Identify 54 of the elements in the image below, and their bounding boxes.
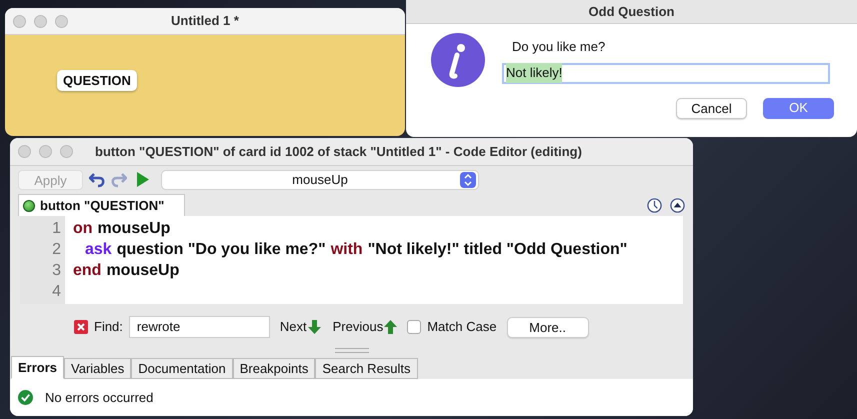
answer-field[interactable]: Not likely! (502, 62, 830, 84)
collapse-icon[interactable] (670, 198, 685, 213)
handler-dropdown[interactable]: mouseUp (161, 170, 479, 190)
code-token: "Not likely!" titled "Odd Question" (368, 240, 628, 260)
close-button[interactable] (18, 145, 31, 158)
panel-tab[interactable]: Search Results (315, 358, 418, 379)
info-icon (431, 33, 485, 87)
next-button[interactable]: Next (280, 317, 321, 337)
close-button[interactable] (13, 14, 26, 28)
zoom-button[interactable] (55, 14, 68, 28)
window-title: Untitled 1 * (171, 12, 239, 30)
line-number: 1 (52, 219, 61, 239)
dialog-prompt: Do you like me? (512, 38, 606, 56)
find-label: Find: (94, 318, 123, 336)
undo-icon[interactable] (89, 172, 105, 188)
panel-tab[interactable]: Variables (64, 358, 132, 379)
code-token: mouseUp (98, 219, 170, 239)
panel-tab[interactable]: Errors (11, 356, 64, 379)
check-icon (18, 390, 33, 405)
cancel-button[interactable]: Cancel (676, 98, 747, 118)
minimize-button[interactable] (39, 145, 52, 158)
code-token: ask (85, 240, 112, 260)
code-token: question "Do you like me?" (116, 240, 326, 260)
code-area[interactable]: 1 2 3 4 on mouseUp ask question "Do you like me?" with "Not likely!" titled "Odd Question" end mouseUp (20, 216, 683, 304)
splitter-handle[interactable] (334, 348, 368, 353)
line-number: 2 (52, 240, 61, 260)
play-icon[interactable] (137, 172, 149, 187)
window-title: button "QUESTION" of card id 1002 of stack "Untitled 1" - Code Editor (editing) (95, 142, 582, 161)
code-token: mouseUp (106, 261, 180, 281)
redo-icon[interactable] (111, 172, 127, 188)
more-button[interactable]: More.. (506, 316, 589, 338)
find-field[interactable]: rewrote (128, 316, 270, 338)
stepper-icon (460, 172, 476, 188)
match-case-label: Match Case (427, 318, 497, 336)
match-case-checkbox[interactable] (407, 320, 422, 334)
clock-icon[interactable] (647, 198, 662, 213)
code-token: end (73, 261, 102, 281)
previous-button[interactable]: Previous (332, 317, 398, 337)
up-arrow-icon (384, 320, 398, 334)
down-arrow-icon (308, 320, 321, 334)
line-number: 3 (52, 261, 61, 281)
panel-tab[interactable]: Breakpoints (232, 358, 316, 379)
zoom-button[interactable] (60, 145, 73, 158)
dialog-title: Odd Question (588, 2, 674, 21)
script-tab[interactable]: button "QUESTION" (18, 194, 185, 216)
panel-tab[interactable]: Documentation (131, 358, 233, 379)
code-token: with (330, 240, 363, 260)
line-number: 4 (52, 282, 61, 302)
minimize-button[interactable] (34, 14, 47, 28)
question-button[interactable]: QUESTION (57, 70, 137, 92)
close-icon[interactable] (74, 320, 88, 334)
status-message: No errors occurred (45, 388, 154, 407)
ok-button[interactable]: OK (763, 98, 834, 118)
code-token: on (73, 219, 93, 239)
